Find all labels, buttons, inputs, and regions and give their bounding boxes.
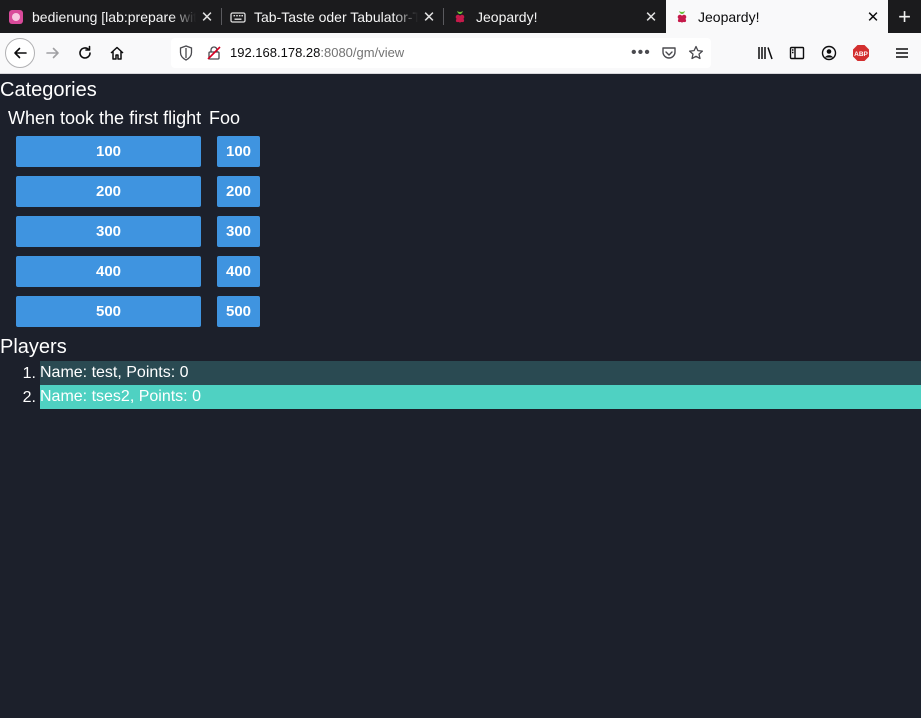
close-tab-icon[interactable]: ✕ bbox=[196, 8, 218, 26]
close-tab-icon[interactable]: ✕ bbox=[862, 8, 884, 26]
players-heading: Players bbox=[0, 336, 67, 358]
browser-tab[interactable]: Tab-Taste oder Tabulator-Taste ✕ bbox=[222, 0, 444, 33]
category-title: Foo bbox=[209, 108, 241, 128]
categories-heading: Categories bbox=[0, 79, 97, 101]
close-tab-icon[interactable]: ✕ bbox=[640, 8, 662, 26]
player-item[interactable]: 2. Name: tses2, Points: 0 bbox=[0, 385, 921, 409]
browser-tab[interactable]: bedienung [lab:prepare with ✕ bbox=[0, 0, 222, 33]
category-column: When took the first flight 100 200 300 4… bbox=[8, 108, 202, 327]
player-item[interactable]: 1. Name: test, Points: 0 bbox=[0, 361, 921, 385]
list-number: 1. bbox=[22, 365, 36, 382]
raspberry-icon bbox=[452, 9, 468, 25]
url-text[interactable]: 192.168.178.28:8080/gm/view bbox=[230, 45, 404, 60]
category-column: Foo 100 200 300 400 500 bbox=[209, 108, 260, 327]
page-content: Categories When took the first flight 10… bbox=[0, 74, 921, 718]
url-path: :8080/gm/view bbox=[320, 45, 405, 60]
question-button[interactable]: 100 bbox=[217, 136, 260, 167]
question-button[interactable]: 200 bbox=[16, 176, 201, 207]
back-arrow-icon bbox=[14, 47, 27, 59]
tab-title: Jeopardy! bbox=[698, 8, 760, 25]
tab-title: bedienung [lab:prepare with bbox=[32, 8, 196, 25]
sidebar-icon[interactable] bbox=[789, 45, 805, 66]
menu-icon[interactable] bbox=[894, 45, 910, 66]
question-button[interactable]: 200 bbox=[217, 176, 260, 207]
url-host: 192.168.178.28 bbox=[230, 45, 321, 60]
library-icon[interactable] bbox=[757, 45, 775, 66]
new-tab-button[interactable]: + bbox=[888, 0, 921, 33]
question-button[interactable]: 400 bbox=[217, 256, 260, 287]
forward-button[interactable] bbox=[38, 38, 68, 68]
player-label[interactable]: Name: test, Points: 0 bbox=[40, 361, 921, 385]
home-icon bbox=[110, 46, 124, 60]
back-button[interactable] bbox=[5, 38, 35, 68]
keyboard-icon bbox=[230, 9, 246, 25]
raspberry-icon bbox=[674, 9, 690, 25]
svg-text:ABP: ABP bbox=[854, 51, 868, 58]
category-title: When took the first flight bbox=[8, 108, 202, 128]
question-button[interactable]: 400 bbox=[16, 256, 201, 287]
list-number: 2. bbox=[22, 389, 36, 406]
account-icon[interactable] bbox=[821, 45, 837, 66]
tab-title: Tab-Taste oder Tabulator-Taste bbox=[254, 8, 418, 25]
player-list: 1. Name: test, Points: 0 2. Name: tses2,… bbox=[0, 361, 921, 409]
adblock-plus-icon[interactable]: ABP bbox=[852, 44, 870, 67]
question-button[interactable]: 500 bbox=[16, 296, 201, 327]
bookmark-star-icon[interactable] bbox=[688, 45, 704, 66]
forward-arrow-icon bbox=[46, 47, 59, 59]
question-button[interactable]: 300 bbox=[217, 216, 260, 247]
tab-strip: bedienung [lab:prepare with ✕ Tab-Taste … bbox=[0, 0, 921, 33]
reload-button[interactable] bbox=[70, 38, 100, 68]
reload-icon bbox=[79, 45, 91, 59]
question-button[interactable]: 100 bbox=[16, 136, 201, 167]
question-button[interactable]: 300 bbox=[16, 216, 201, 247]
wiki-icon bbox=[8, 9, 24, 25]
navigation-toolbar: 192.168.178.28:8080/gm/view ••• ABP bbox=[0, 33, 921, 74]
player-label[interactable]: Name: tses2, Points: 0 bbox=[40, 385, 921, 409]
home-button[interactable] bbox=[102, 38, 132, 68]
browser-tab-active[interactable]: Jeopardy! ✕ bbox=[666, 0, 888, 33]
pocket-icon[interactable] bbox=[661, 45, 677, 66]
browser-tab[interactable]: Jeopardy! ✕ bbox=[444, 0, 666, 33]
shield-icon[interactable] bbox=[179, 45, 193, 66]
url-bar[interactable]: 192.168.178.28:8080/gm/view ••• bbox=[171, 38, 711, 68]
insecure-connection-icon[interactable] bbox=[206, 45, 222, 66]
question-button[interactable]: 500 bbox=[217, 296, 260, 327]
tab-title: Jeopardy! bbox=[476, 8, 538, 25]
close-tab-icon[interactable]: ✕ bbox=[418, 8, 440, 26]
page-actions-icon[interactable]: ••• bbox=[631, 44, 651, 62]
